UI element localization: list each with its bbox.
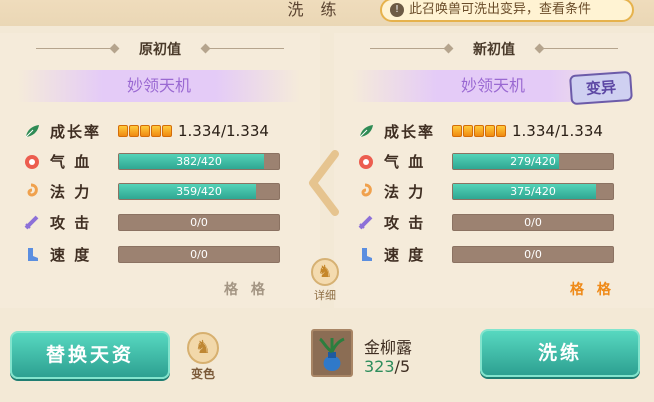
chevron-left-icon: [303, 150, 341, 216]
stat-value: 0/0: [524, 215, 542, 229]
item-count: 323/5: [364, 357, 410, 376]
stat-bar: 0/0: [452, 245, 614, 263]
stat-row-mp-new: 法 力 375/420: [356, 179, 646, 203]
header-divider-right: [538, 48, 618, 49]
page-title: 洗 练: [287, 0, 343, 19]
horse-icon: ♞: [187, 332, 219, 364]
stat-bar: 0/0: [118, 245, 280, 263]
original-values-panel: 原初值 妙领天机 成长率 1.334/1.334 气 血 382/420 法 力…: [0, 33, 320, 308]
stat-value: 375/420: [510, 184, 556, 198]
stat-label: 法 力: [384, 182, 426, 201]
stat-label: 法 力: [50, 182, 92, 201]
stat-bar: 0/0: [452, 213, 614, 231]
growth-row-original: 成长率 1.334/1.334: [22, 119, 312, 143]
golden-willow-dew-item[interactable]: [311, 329, 353, 377]
grade-original: 格 格: [224, 282, 269, 298]
grade-new: 格 格: [570, 282, 615, 298]
horse-icon: ♞: [311, 258, 339, 286]
replace-aptitude-button[interactable]: 替换天资: [10, 331, 170, 379]
stat-row-mp-original: 法 力 359/420: [22, 179, 312, 203]
stat-row-speed-original: 速 度 0/0: [22, 242, 312, 266]
warning-icon: !: [390, 3, 404, 17]
mutation-hint-text: 此召唤兽可洗出变异，查看条件: [409, 2, 592, 17]
stat-label: 气 血: [384, 152, 426, 171]
new-values-panel: 新初值 妙领天机 变异 成长率 1.334/1.334 气 血 279/420 …: [334, 33, 654, 308]
item-name: 金柳露: [364, 338, 413, 357]
item-required-count: /5: [394, 357, 411, 376]
pet-name-original: 妙领天机: [18, 70, 300, 102]
stat-label: 攻 击: [384, 213, 426, 232]
leaf-icon: [22, 121, 42, 141]
stat-value: 0/0: [190, 247, 208, 261]
attack-icon: [22, 212, 42, 232]
stat-row-speed-new: 速 度 0/0: [356, 242, 646, 266]
mutation-badge: 变异: [569, 70, 633, 106]
detail-button-label: 详细: [314, 289, 336, 302]
mutation-hint-banner[interactable]: ! 此召唤兽可洗出变异，查看条件: [380, 0, 634, 22]
growth-value: 1.334/1.334: [178, 122, 269, 140]
new-values-title: 新初值: [473, 42, 515, 58]
stat-label: 气 血: [50, 152, 92, 171]
blood-icon: [356, 151, 376, 171]
header-divider-right: [204, 48, 284, 49]
blood-icon: [22, 151, 42, 171]
stat-value: 382/420: [176, 154, 222, 168]
speed-icon: [22, 244, 42, 264]
stat-bar: 382/420: [118, 152, 280, 170]
stat-bar: 0/0: [118, 213, 280, 231]
stat-value: 0/0: [524, 247, 542, 261]
growth-rating-dots: [118, 125, 172, 137]
stat-label: 速 度: [50, 245, 92, 264]
detail-button[interactable]: ♞ 详细: [305, 258, 345, 304]
mana-icon: [356, 181, 376, 201]
growth-value: 1.334/1.334: [512, 122, 603, 140]
attack-icon: [356, 212, 376, 232]
wash-button[interactable]: 洗练: [480, 329, 640, 377]
stat-bar: 359/420: [118, 182, 280, 200]
stat-bar: 279/420: [452, 152, 614, 170]
stat-value: 279/420: [510, 154, 556, 168]
growth-row-new: 成长率 1.334/1.334: [356, 119, 646, 143]
leaf-icon: [356, 121, 376, 141]
stat-row-attack-original: 攻 击 0/0: [22, 210, 312, 234]
speed-icon: [356, 244, 376, 264]
mana-icon: [22, 181, 42, 201]
growth-label: 成长率: [384, 122, 436, 141]
stat-value: 0/0: [190, 215, 208, 229]
bottom-bar: 替换天资 ♞ 变色 金柳露 323/5 洗练: [0, 310, 654, 402]
stat-label: 攻 击: [50, 213, 92, 232]
growth-label: 成长率: [50, 122, 102, 141]
original-values-title: 原初值: [139, 42, 181, 58]
stat-row-hp-original: 气 血 382/420: [22, 149, 312, 173]
stat-row-hp-new: 气 血 279/420: [356, 149, 646, 173]
change-color-button[interactable]: ♞ 变色: [181, 332, 225, 384]
change-color-label: 变色: [190, 367, 215, 381]
stat-bar: 375/420: [452, 182, 614, 200]
growth-rating-dots: [452, 125, 506, 137]
stat-row-attack-new: 攻 击 0/0: [356, 210, 646, 234]
stat-label: 速 度: [384, 245, 426, 264]
stat-value: 359/420: [176, 184, 222, 198]
vase-icon: [319, 337, 345, 371]
item-owned-count: 323: [364, 357, 395, 376]
